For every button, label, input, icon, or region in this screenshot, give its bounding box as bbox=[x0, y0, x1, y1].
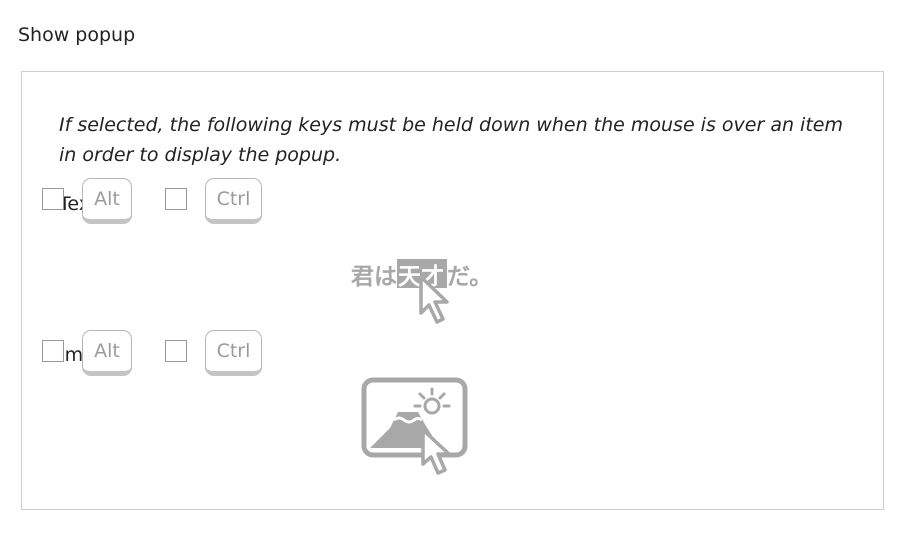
text-hover-illustration: 君は 天才 だ。 bbox=[349, 255, 492, 331]
text-alt-key[interactable]: Alt bbox=[82, 178, 132, 224]
images-alt-key[interactable]: Alt bbox=[82, 330, 132, 376]
popup-description: If selected, the following keys must be … bbox=[59, 114, 843, 166]
images-alt-checkbox[interactable] bbox=[42, 340, 64, 362]
section-title: Show popup bbox=[18, 24, 136, 46]
image-hover-illustration bbox=[360, 376, 472, 482]
text-ctrl-key[interactable]: Ctrl bbox=[205, 178, 262, 224]
text-after: だ。 bbox=[447, 264, 489, 290]
text-before: 君は bbox=[351, 264, 397, 290]
text-alt-checkbox[interactable] bbox=[42, 188, 64, 210]
mountain-sun-picture-icon bbox=[361, 377, 468, 475]
text-ctrl-checkbox[interactable] bbox=[165, 188, 187, 210]
images-ctrl-checkbox[interactable] bbox=[165, 340, 187, 362]
text-key-row: Alt Ctrl bbox=[42, 178, 282, 230]
images-key-row: Alt Ctrl bbox=[42, 330, 282, 382]
images-ctrl-key[interactable]: Ctrl bbox=[205, 330, 262, 376]
